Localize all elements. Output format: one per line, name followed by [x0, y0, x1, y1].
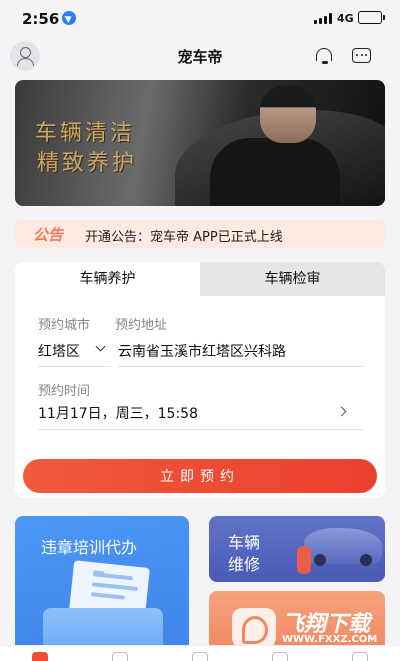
service-tab-icon[interactable] [272, 652, 288, 661]
divider [118, 366, 363, 367]
page-title: 宠车帝 [177, 48, 223, 66]
battery-icon [358, 11, 385, 24]
message-icon[interactable] [352, 48, 371, 63]
violation-training-card[interactable]: 违章培训代办 [15, 516, 189, 652]
city-label: 预约城市 [38, 318, 91, 333]
booking-card: 车辆养护 车辆检审 预约城市 预约地址 红塔区 云南省玉溪市红塔区兴科路 预约时… [15, 262, 385, 498]
book-now-button[interactable]: 立即预约 [23, 459, 377, 493]
address-input[interactable]: 云南省玉溪市红塔区兴科路 [118, 341, 286, 361]
home-tab-icon[interactable] [32, 652, 48, 661]
vehicle-repair-title: 车辆 [228, 533, 261, 552]
promo-banner[interactable]: 车辆清洁 精致养护 [15, 80, 385, 206]
banner-person-head [260, 85, 316, 143]
address-label: 预约地址 [115, 318, 168, 333]
banner-slogan-line2: 精致养护 [37, 151, 138, 176]
divider [38, 429, 363, 430]
time-picker[interactable]: 11月17日，周三，15:58 [38, 403, 198, 423]
cart-tab-icon[interactable] [112, 652, 128, 661]
chevron-right-icon [336, 406, 347, 417]
watermark-logo-icon [232, 608, 276, 648]
city-select[interactable]: 红塔区 [38, 341, 80, 361]
tab-vehicle-maintenance[interactable]: 车辆养护 [15, 262, 200, 296]
banner-person-image [210, 138, 340, 206]
network-type: 4G [337, 12, 354, 25]
customer-service-icon[interactable] [314, 47, 334, 65]
announcement-bar[interactable]: 公告 开通公告：宠车帝 APP已正式上线 [15, 220, 385, 248]
announcement-tag: 公告 [33, 226, 64, 244]
mechanic-icon [297, 546, 311, 574]
banner-slogan-line1: 车辆清洁 [35, 121, 136, 146]
divider [38, 366, 111, 367]
location-arrow-icon [62, 11, 76, 25]
announcement-text: 开通公告：宠车帝 APP已正式上线 [85, 230, 283, 245]
bottom-tab-bar [0, 645, 400, 661]
profile-tab-icon[interactable] [352, 652, 368, 661]
vehicle-repair-subtitle: 维修 [228, 555, 261, 574]
user-tab-icon[interactable] [192, 652, 208, 661]
app-header: 宠车帝 [0, 38, 400, 74]
car-icon [304, 528, 382, 566]
chevron-down-icon [95, 341, 106, 352]
status-bar: 2:56 4G [0, 0, 400, 36]
signal-icon [314, 13, 332, 24]
status-time: 2:56 [22, 10, 60, 28]
tab-vehicle-inspection[interactable]: 车辆检审 [200, 262, 385, 296]
time-label: 预约时间 [38, 384, 91, 399]
violation-training-title: 违章培训代办 [41, 538, 138, 557]
vehicle-repair-card[interactable]: 车辆 维修 [209, 516, 385, 582]
watermark-url: WWW.FXXZ.COM [282, 634, 378, 645]
